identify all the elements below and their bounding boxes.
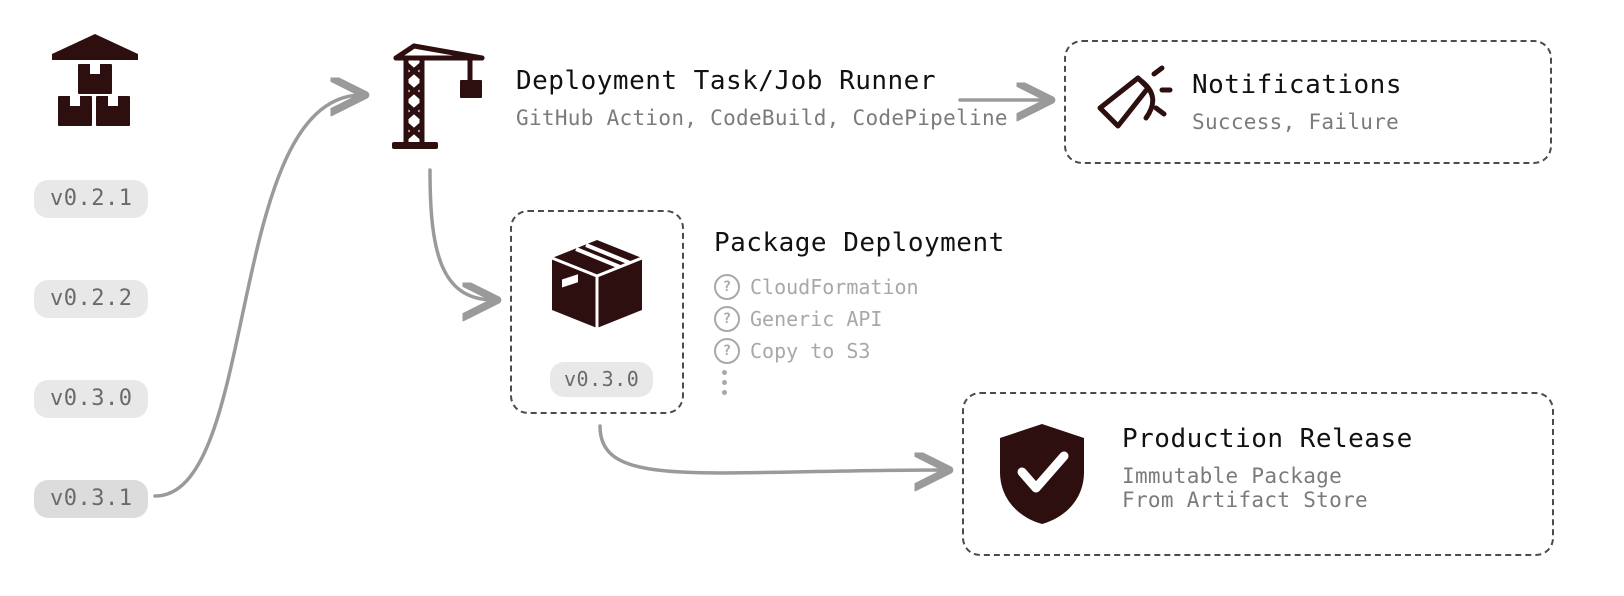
package-deployment-details: Package Deployment ? CloudFormation ? Gene… (714, 228, 1005, 395)
version-badge: v0.2.2 (34, 280, 148, 318)
package-icon (542, 230, 652, 330)
production-release-line1: Immutable Package (1122, 464, 1342, 488)
deployment-option: ? CloudFormation (714, 274, 1005, 300)
question-icon: ? (714, 338, 740, 364)
deployment-option-label: Copy to S3 (750, 339, 870, 363)
deployment-option: ? Generic API (714, 306, 1005, 332)
deployment-option: ? Copy to S3 (714, 338, 1005, 364)
ellipsis-vertical-icon (722, 370, 1005, 395)
production-release-title: Production Release (1122, 424, 1413, 454)
version-badge: v0.3.0 (34, 380, 148, 418)
notifications-title: Notifications (1192, 70, 1402, 100)
runner-title: Deployment Task/Job Runner (516, 66, 936, 96)
selected-version-badge: v0.3.0 (550, 362, 653, 397)
deployment-option-label: CloudFormation (750, 275, 919, 299)
package-deployment-title: Package Deployment (714, 228, 1005, 258)
megaphone-icon (1090, 60, 1174, 144)
production-release-line2: From Artifact Store (1122, 488, 1368, 512)
production-release-box: Production Release Immutable Package Fro… (962, 392, 1554, 556)
deployment-option-label: Generic API (750, 307, 882, 331)
package-box: v0.3.0 (510, 210, 684, 414)
notifications-box: Notifications Success, Failure (1064, 40, 1552, 164)
notifications-subtitle: Success, Failure (1192, 110, 1399, 134)
version-badge: v0.2.1 (34, 180, 148, 218)
warehouse-icon (40, 30, 150, 130)
version-badge: v0.3.1 (34, 480, 148, 518)
question-icon: ? (714, 306, 740, 332)
question-icon: ? (714, 274, 740, 300)
shield-check-icon (992, 418, 1092, 528)
crane-icon (388, 40, 488, 150)
runner-subtitle: GitHub Action, CodeBuild, CodePipeline (516, 106, 1008, 130)
